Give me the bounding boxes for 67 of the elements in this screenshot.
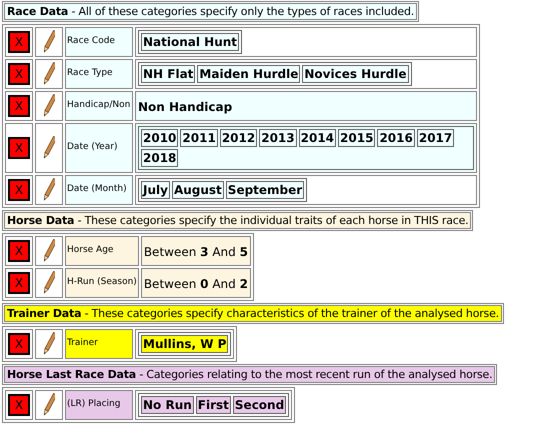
delete-button[interactable]: X xyxy=(8,333,30,355)
edit-button[interactable] xyxy=(44,177,54,203)
pencil-icon xyxy=(44,392,54,418)
delete-button[interactable]: X xyxy=(8,137,30,159)
value-tag: 2012 xyxy=(220,129,258,147)
value-text: Non Handicap xyxy=(138,100,232,114)
value-tag: Maiden Hurdle xyxy=(197,65,300,83)
value-tag: 2014 xyxy=(298,129,336,147)
category-label: Handicap/Non xyxy=(65,91,133,121)
delete-button[interactable]: X xyxy=(8,179,30,201)
value-tag: 2016 xyxy=(377,129,415,147)
value-tag: 2010 xyxy=(141,129,178,147)
category-label: Trainer xyxy=(65,329,133,359)
edit-button[interactable] xyxy=(44,29,54,55)
value-tag: Novices Hurdle xyxy=(302,65,409,83)
delete-button[interactable]: X xyxy=(8,272,30,294)
pencil-icon xyxy=(44,135,54,161)
value-tag: Mullins, W P xyxy=(141,335,228,353)
delete-button[interactable]: X xyxy=(8,394,30,416)
delete-button[interactable]: X xyxy=(8,240,30,262)
section-description: - Categories relating to the most recent run of the analysed horse. xyxy=(139,368,492,381)
edit-button[interactable] xyxy=(44,61,54,87)
pencil-icon xyxy=(44,61,54,87)
value-tag: July xyxy=(141,181,170,199)
delete-button[interactable]: X xyxy=(8,95,30,117)
category-label: Date (Year) xyxy=(65,123,133,173)
value-tag: NH Flat xyxy=(141,65,196,83)
section-description: - These categories specify characteristics of the trainer of the analysed horse. xyxy=(84,307,499,320)
value-tag: Second xyxy=(232,396,286,414)
value-tag: No Run xyxy=(141,396,194,414)
category-label: Date (Month) xyxy=(65,175,133,205)
section-title: Trainer Data xyxy=(7,307,82,320)
pencil-icon xyxy=(44,331,54,357)
category-label: H-Run (Season) xyxy=(65,268,139,298)
edit-button[interactable] xyxy=(44,270,54,296)
section-title: Race Data xyxy=(7,5,68,18)
delete-button[interactable]: X xyxy=(8,63,30,85)
value-tag: First xyxy=(196,396,231,414)
section-description: - These categories specify the individual traits of each horse in THIS race. xyxy=(78,214,468,227)
value-tag: 2018 xyxy=(141,149,178,167)
category-label: Horse Age xyxy=(65,236,139,266)
edit-button[interactable] xyxy=(44,93,54,119)
section-title: Horse Data xyxy=(7,214,74,227)
value-tag: National Hunt xyxy=(141,33,240,51)
pencil-icon xyxy=(44,238,54,264)
value-tag: 2013 xyxy=(259,129,297,147)
value-tag: 2011 xyxy=(180,129,218,147)
section-title: Horse Last Race Data xyxy=(7,368,136,381)
value-tag: 2017 xyxy=(416,129,454,147)
value-tag: 2015 xyxy=(338,129,376,147)
category-label: (LR) Placing xyxy=(65,390,133,420)
category-label: Race Code xyxy=(65,27,133,57)
value-text: Between 0 And 2 xyxy=(144,277,248,291)
section-description: - All of these categories specify only the types of races included. xyxy=(71,5,414,18)
pencil-icon xyxy=(44,270,54,296)
pencil-icon xyxy=(44,177,54,203)
value-tag: August xyxy=(172,181,224,199)
edit-button[interactable] xyxy=(44,392,54,418)
value-tag: September xyxy=(226,181,304,199)
edit-button[interactable] xyxy=(44,331,54,357)
delete-button[interactable]: X xyxy=(8,31,30,53)
value-text: Between 3 And 5 xyxy=(144,245,248,259)
edit-button[interactable] xyxy=(44,238,54,264)
pencil-icon xyxy=(44,93,54,119)
pencil-icon xyxy=(44,29,54,55)
category-label: Race Type xyxy=(65,59,133,89)
edit-button[interactable] xyxy=(44,135,54,161)
